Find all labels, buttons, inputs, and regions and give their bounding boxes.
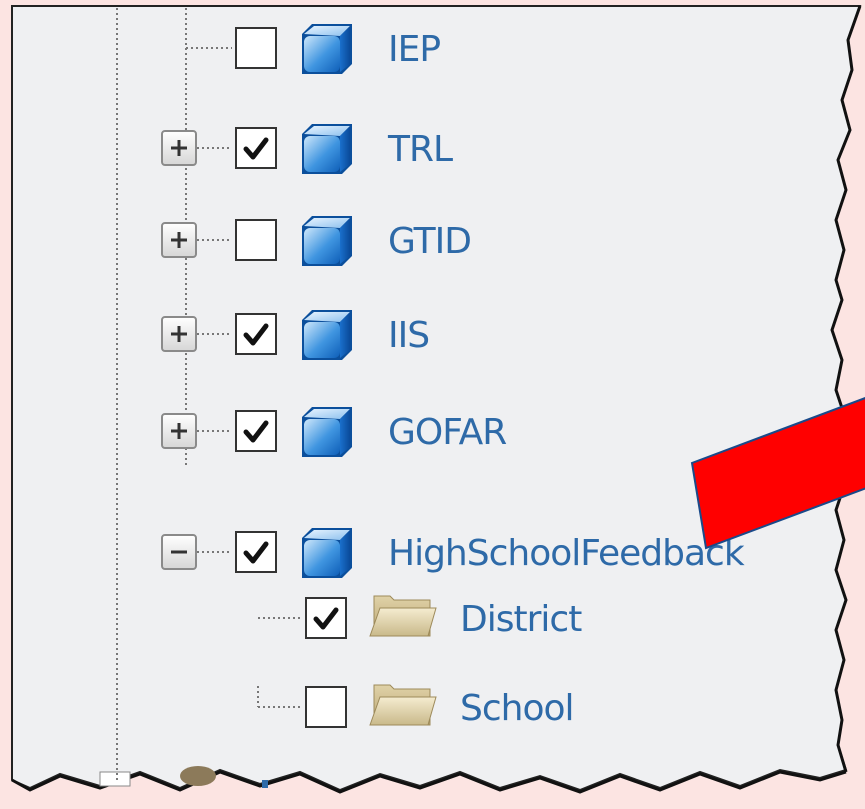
tree-panel <box>11 5 862 792</box>
tree-item-label[interactable]: GOFAR <box>388 412 507 453</box>
cube-icon <box>302 24 352 74</box>
checkbox-gtid[interactable] <box>235 219 277 261</box>
cube-icon <box>302 310 352 360</box>
cube-icon <box>302 216 352 266</box>
tree-item-highschoolfeedback[interactable]: HighSchoolFeedback <box>161 528 746 578</box>
cube-icon <box>302 124 352 174</box>
tree-item-label[interactable]: HighSchoolFeedback <box>388 533 746 574</box>
checkbox-trl[interactable] <box>235 127 277 169</box>
tree-item-iep[interactable]: IEP <box>235 24 441 74</box>
tree-item-label[interactable]: GTID <box>388 221 472 262</box>
checkbox-iep[interactable] <box>235 27 277 69</box>
tree-item-label[interactable]: IIS <box>388 315 430 356</box>
tree-item-label[interactable]: School <box>460 688 575 729</box>
expand-icon[interactable] <box>161 222 197 258</box>
checkbox-iis[interactable] <box>235 313 277 355</box>
cube-icon <box>302 407 352 457</box>
tree-item-label[interactable]: TRL <box>387 129 454 170</box>
checkbox-school[interactable] <box>305 686 347 728</box>
folder-icon <box>369 595 437 637</box>
checkbox-district[interactable] <box>305 597 347 639</box>
expand-icon[interactable] <box>161 130 197 166</box>
tree-item-label[interactable]: District <box>460 599 583 640</box>
checkbox-highschoolfeedback[interactable] <box>235 531 277 573</box>
tree-item-label[interactable]: IEP <box>388 29 441 70</box>
cube-icon <box>302 528 352 578</box>
screenshot-stage: IEP TRL GTID IIS GOFAR HighSchoolFeedback Dis… <box>11 5 865 794</box>
expand-icon[interactable] <box>161 413 197 449</box>
checkbox-gofar[interactable] <box>235 410 277 452</box>
expand-icon[interactable] <box>161 316 197 352</box>
collapse-icon[interactable] <box>161 534 197 570</box>
folder-icon <box>369 684 437 726</box>
